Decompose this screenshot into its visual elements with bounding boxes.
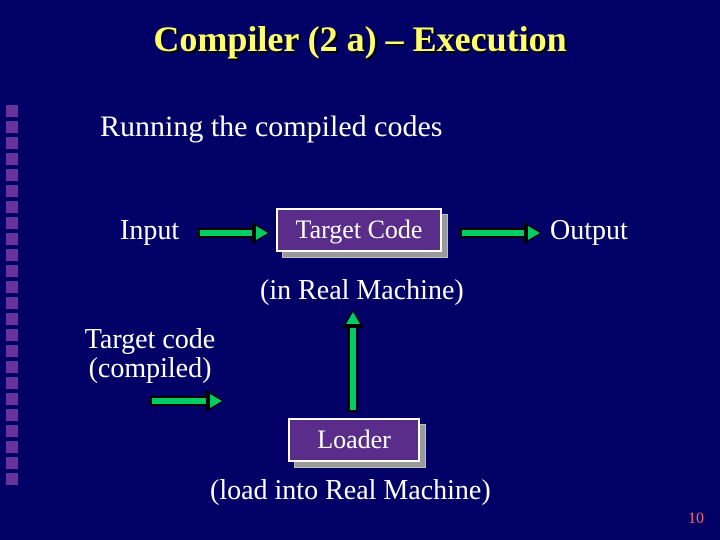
target-compiled-line1: Target code	[85, 324, 215, 355]
target-code-box-label: Target Code	[276, 208, 442, 252]
loader-box: Loader	[288, 418, 420, 462]
arrow-input-to-target	[198, 226, 268, 240]
arrow-loader-to-target	[346, 312, 360, 412]
target-compiled-line2: (compiled)	[89, 353, 212, 384]
arrow-target-to-output	[460, 226, 540, 240]
arrow-compiled-to-loader	[150, 394, 222, 408]
loader-box-label: Loader	[288, 418, 420, 462]
decorative-bullet-strip	[6, 105, 20, 489]
real-machine-note: (in Real Machine)	[260, 275, 464, 307]
slide-subtitle: Running the compiled codes	[100, 110, 442, 144]
load-into-note: (load into Real Machine)	[210, 475, 491, 507]
page-number: 10	[688, 510, 704, 528]
slide-title: Compiler (2 a) – Execution	[0, 18, 720, 60]
input-label: Input	[120, 215, 179, 247]
target-code-box: Target Code	[276, 208, 442, 252]
target-compiled-label: Target code (compiled)	[70, 325, 230, 384]
output-label: Output	[550, 215, 628, 247]
